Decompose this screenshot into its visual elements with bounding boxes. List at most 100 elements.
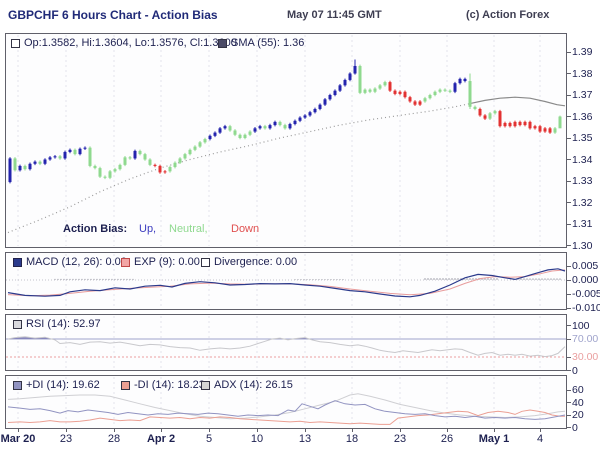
divergence-legend-label: Divergence: 0.00 (214, 256, 298, 268)
rsi-legend-label: RSI (14): 52.97 (26, 318, 101, 330)
x-axis-label: 4 (536, 433, 544, 445)
y-axis-label: 1.31 (572, 218, 593, 230)
y-axis-label: 1.32 (572, 196, 593, 209)
x-axis-label: May 1 (478, 433, 510, 445)
action-bias-neutral-label: Neutral, (169, 223, 208, 235)
plus-di-legend: +DI (14): 19.62 (13, 379, 100, 391)
exp-legend: EXP (9): 0.00 (121, 256, 200, 268)
action-bias-down-label: Down (231, 223, 260, 235)
minus-di-legend: -DI (14): 18.23 (121, 379, 205, 391)
adx-legend: ADX (14): 26.15 (201, 379, 293, 391)
action-bias-label: Action Bias: (63, 223, 128, 235)
y-axis-label: 1.30 (572, 239, 593, 252)
y-axis-label: 0 (572, 421, 578, 434)
macd-swatch-icon (13, 257, 22, 267)
y-axis-label: 60 (572, 384, 584, 396)
sma-legend-label: SMA (55): 1.36 (231, 37, 305, 49)
y-axis-tick (567, 279, 571, 281)
y-axis-tick (567, 51, 571, 53)
x-axis-label: Apr 2 (146, 433, 176, 445)
plus-di-swatch-icon (13, 380, 22, 390)
sma-swatch-icon (218, 38, 227, 48)
x-axis-label: 5 (205, 433, 213, 445)
x-axis-tick (447, 429, 448, 432)
macd-legend: MACD (12, 26): 0.00 (13, 256, 127, 268)
y-axis-label: 1.38 (572, 67, 593, 80)
y-axis-label: 1.36 (572, 110, 593, 123)
y-axis-tick (567, 307, 571, 309)
adx-legend-label: ADX (14): 26.15 (214, 379, 293, 391)
y-axis-label: 30.00 (572, 351, 599, 363)
candlestick-chart (7, 35, 566, 246)
y-axis-tick (567, 427, 571, 428)
page-title: GBPCHF 6 Hours Chart - Action Bias (8, 8, 218, 22)
ohlc-swatch-icon (11, 38, 20, 48)
y-axis-label: 0.005 (572, 260, 599, 272)
y-axis-tick (567, 265, 571, 267)
y-axis-label: 100 (572, 319, 590, 332)
y-axis-label: 70.00 (572, 333, 599, 345)
y-axis-label: 1.35 (572, 132, 593, 144)
y-axis-label: 40 (572, 396, 584, 409)
y-axis-tick (567, 356, 571, 358)
y-axis-label: -0.005 (572, 288, 600, 300)
x-axis-tick (540, 429, 541, 432)
x-axis-tick (114, 429, 115, 432)
x-axis-tick (400, 429, 401, 432)
x-axis-label: 28 (107, 433, 121, 445)
x-axis-label: 18 (345, 433, 359, 445)
exp-legend-label: EXP (9): 0.00 (134, 256, 200, 268)
rsi-panel: RSI (14): 52.97 (5, 314, 567, 371)
x-axis-label: Mar 20 (0, 433, 36, 445)
x-axis-tick (161, 429, 162, 432)
macd-panel: MACD (12, 26): 0.00 EXP (9): 0.00 Diverg… (5, 252, 567, 310)
divergence-legend: Divergence: 0.00 (201, 256, 297, 268)
y-axis-tick (567, 325, 571, 326)
adx-swatch-icon (201, 380, 210, 390)
price-chart-panel: Op:1.3582, Hi:1.3604, Lo:1.3576, Cl:1.36… (5, 33, 567, 248)
divergence-swatch-icon (201, 257, 210, 267)
y-axis-tick (567, 293, 571, 295)
y-axis-tick (567, 137, 571, 139)
x-axis-tick (305, 429, 306, 432)
y-axis-tick (567, 338, 571, 340)
ohlc-legend: Op:1.3582, Hi:1.3604, Lo:1.3576, Cl:1.36… (11, 37, 237, 49)
y-axis-tick (567, 402, 571, 403)
y-axis-tick (567, 370, 571, 371)
y-axis-label: 20 (572, 409, 584, 421)
x-axis-label: 26 (440, 433, 454, 445)
y-axis-label: 1.33 (572, 175, 593, 187)
x-axis-tick (18, 429, 19, 432)
y-axis-label: 1.37 (572, 89, 593, 101)
rsi-swatch-icon (13, 319, 22, 329)
exp-swatch-icon (121, 257, 130, 267)
y-axis-tick (567, 202, 571, 203)
x-axis-tick (494, 429, 495, 432)
x-axis-tick (257, 429, 258, 432)
minus-di-swatch-icon (121, 380, 130, 390)
action-bias-up-label: Up, (139, 223, 157, 235)
y-axis-tick (567, 94, 571, 96)
forex-chart-screenshot: { "header": { "title": "GBPCHF 6 Hours C… (0, 0, 600, 451)
y-axis-tick (567, 245, 571, 246)
y-axis-label: 0.000 (572, 274, 599, 286)
copyright: (c) Action Forex (466, 9, 550, 21)
y-axis-tick (567, 116, 571, 117)
y-axis-label: 1.39 (572, 46, 593, 58)
timestamp: May 07 11:45 GMT (287, 9, 382, 21)
y-axis-tick (567, 223, 571, 225)
x-axis-label: 13 (298, 433, 312, 445)
dmi-panel: +DI (14): 19.62 -DI (14): 18.23 ADX (14)… (5, 375, 567, 429)
y-axis-label: -0.010 (572, 302, 600, 314)
y-axis-tick (567, 159, 571, 160)
plus-di-legend-label: +DI (14): 19.62 (26, 379, 100, 391)
x-axis-tick (66, 429, 67, 432)
x-axis-label: 23 (59, 433, 73, 445)
minus-di-legend-label: -DI (14): 18.23 (134, 379, 205, 391)
x-axis-label: 23 (393, 433, 407, 445)
macd-legend-label: MACD (12, 26): 0.00 (26, 256, 127, 268)
x-axis-label: 10 (250, 433, 264, 445)
y-axis-tick (567, 389, 571, 391)
sma-legend: SMA (55): 1.36 (218, 37, 304, 49)
y-axis-label: 0 (572, 364, 578, 377)
